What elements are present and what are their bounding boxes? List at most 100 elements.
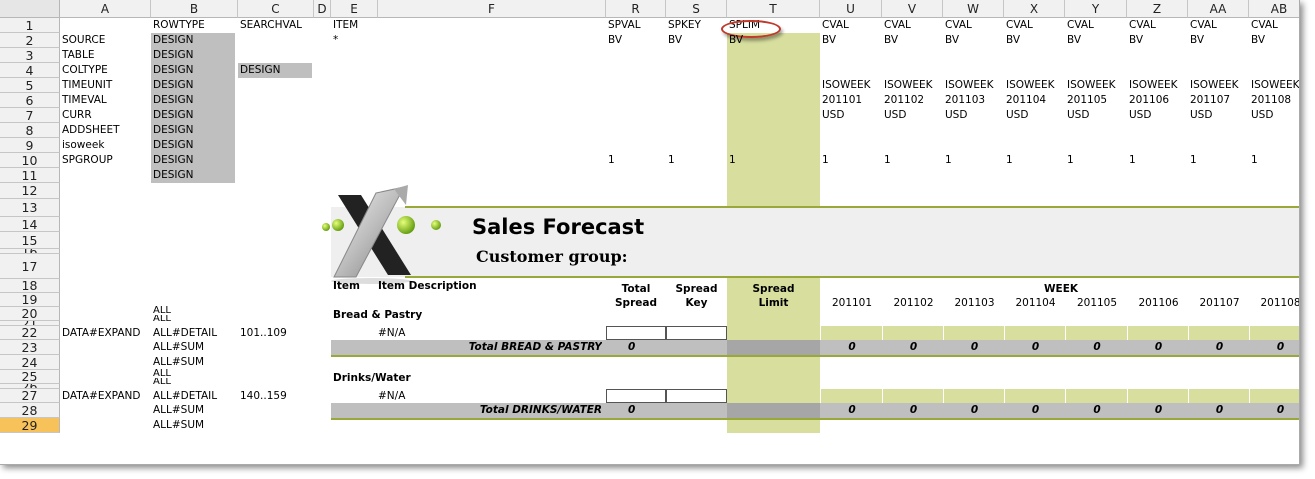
row-header-6[interactable]: 6 bbox=[0, 93, 60, 108]
row-header-19[interactable]: 19 bbox=[0, 293, 60, 307]
column-header-z[interactable]: Z bbox=[1127, 0, 1188, 18]
select-all-corner[interactable] bbox=[0, 0, 60, 18]
column-header-f[interactable]: F bbox=[378, 0, 606, 18]
total-limit-dark bbox=[727, 403, 820, 418]
cval-header: CVAL bbox=[1006, 19, 1033, 31]
row-header-5[interactable]: 5 bbox=[0, 78, 60, 93]
row-header-2[interactable]: 2 bbox=[0, 33, 60, 48]
na-value: #N/A bbox=[378, 327, 406, 339]
row-header-1[interactable]: 1 bbox=[0, 18, 60, 33]
spgroup-value: 1 bbox=[668, 154, 675, 166]
column-header-ab[interactable]: AB bbox=[1249, 0, 1299, 18]
row-header-18[interactable]: 18 bbox=[0, 279, 60, 293]
column-header-a[interactable]: A bbox=[60, 0, 151, 18]
total-spread-value: 0 bbox=[628, 404, 636, 416]
row-header-9[interactable]: 9 bbox=[0, 138, 60, 153]
week-column-header: 201102 bbox=[893, 297, 934, 309]
spkey-header: SPKEY bbox=[668, 19, 701, 31]
column-header-d[interactable]: D bbox=[314, 0, 331, 18]
cval-bv: BV bbox=[945, 34, 960, 46]
detail-week-cell bbox=[882, 389, 943, 403]
row-header-11[interactable]: 11 bbox=[0, 168, 60, 183]
row-header-17[interactable]: 17 bbox=[0, 254, 60, 279]
column-header-w[interactable]: W bbox=[943, 0, 1004, 18]
row-header-12[interactable]: 12 bbox=[0, 183, 60, 199]
column-header-r[interactable]: R bbox=[606, 0, 666, 18]
currency-usd: USD bbox=[822, 109, 845, 121]
cval-header: CVAL bbox=[884, 19, 911, 31]
row-header-23[interactable]: 23 bbox=[0, 340, 60, 355]
spval-header: SPVAL bbox=[608, 19, 641, 31]
total-underline bbox=[331, 355, 1299, 357]
currency-usd: USD bbox=[1067, 109, 1090, 121]
item-star: * bbox=[333, 34, 339, 46]
group-name: Bread & Pastry bbox=[333, 309, 423, 321]
searchval-header: SEARCHVAL bbox=[240, 19, 303, 31]
spgroup-value: 1 bbox=[1006, 154, 1013, 166]
row-header-28[interactable]: 28 bbox=[0, 403, 60, 418]
spval-bv: BV bbox=[608, 34, 623, 46]
column-header-x[interactable]: X bbox=[1004, 0, 1065, 18]
searchval-design: DESIGN bbox=[238, 63, 312, 78]
timeval-week: 201102 bbox=[884, 94, 925, 106]
column-header-aa[interactable]: AA bbox=[1188, 0, 1249, 18]
currency-usd: USD bbox=[1190, 109, 1213, 121]
cval-bv: BV bbox=[822, 34, 837, 46]
spreadsheet-grid[interactable]: A B C D E F R S T U V W X Y Z AA AB 1 2 3 4 5 6 7 8 9 10 11 12 13 14 1… bbox=[0, 0, 1300, 465]
detail-input-cell bbox=[666, 389, 727, 403]
spgroup-value: 1 bbox=[1190, 154, 1197, 166]
cval-header: CVAL bbox=[1190, 19, 1217, 31]
row-header-29[interactable]: 29 bbox=[0, 418, 60, 433]
rowtype-design: DESIGN bbox=[151, 93, 235, 108]
spgroup-value: 1 bbox=[884, 154, 891, 166]
detail-week-cell bbox=[1249, 326, 1299, 340]
row-header-10[interactable]: 10 bbox=[0, 153, 60, 168]
timeval-week: 201101 bbox=[822, 94, 863, 106]
row-header-13[interactable]: 13 bbox=[0, 199, 60, 217]
data-expand: DATA#EXPAND bbox=[62, 327, 141, 339]
column-header-b[interactable]: B bbox=[151, 0, 238, 18]
spgroup-value: 1 bbox=[945, 154, 952, 166]
rowtype-design: DESIGN bbox=[151, 123, 235, 138]
row-label-timeval: TIMEVAL bbox=[62, 94, 107, 106]
week-column-header: 201107 bbox=[1199, 297, 1240, 309]
column-header-u[interactable]: U bbox=[820, 0, 882, 18]
total-week-value: 0 bbox=[970, 404, 979, 416]
total-spread-value: 0 bbox=[628, 341, 636, 353]
week-column-header: 201108 bbox=[1260, 297, 1300, 309]
spgroup-value: 1 bbox=[608, 154, 615, 166]
item-header: ITEM bbox=[333, 19, 359, 31]
row-header-20[interactable]: 20 bbox=[0, 307, 60, 321]
detail-week-cell bbox=[943, 326, 1004, 340]
row-header-4[interactable]: 4 bbox=[0, 63, 60, 78]
row-header-14[interactable]: 14 bbox=[0, 217, 60, 232]
timeval-week: 201107 bbox=[1190, 94, 1231, 106]
spgroup-value: 1 bbox=[729, 154, 736, 166]
column-header-v[interactable]: V bbox=[882, 0, 943, 18]
row-header-24[interactable]: 24 bbox=[0, 355, 60, 370]
col-header-spread-limit-2: Limit bbox=[758, 297, 789, 309]
column-header-c[interactable]: C bbox=[238, 0, 314, 18]
column-header-s[interactable]: S bbox=[666, 0, 727, 18]
all-sum-partial: ALL#SUM bbox=[153, 419, 205, 431]
spgroup-value: 1 bbox=[1067, 154, 1074, 166]
rowtype-design: DESIGN bbox=[151, 138, 235, 153]
row-header-15[interactable]: 15 bbox=[0, 232, 60, 249]
timeval-week: 201106 bbox=[1129, 94, 1170, 106]
row-label-isoweek: isoweek bbox=[62, 139, 105, 151]
row-header-27[interactable]: 27 bbox=[0, 389, 60, 403]
row-header-3[interactable]: 3 bbox=[0, 48, 60, 63]
row-header-22[interactable]: 22 bbox=[0, 326, 60, 340]
column-header-t[interactable]: T bbox=[727, 0, 820, 18]
column-header-y[interactable]: Y bbox=[1065, 0, 1127, 18]
rowtype-header: ROWTYPE bbox=[153, 19, 205, 31]
rowtype-design: DESIGN bbox=[151, 153, 235, 168]
row-header-7[interactable]: 7 bbox=[0, 108, 60, 123]
rowtype-design: DESIGN bbox=[151, 63, 235, 78]
column-header-e[interactable]: E bbox=[331, 0, 378, 18]
row-header-8[interactable]: 8 bbox=[0, 123, 60, 138]
row-header-25[interactable]: 25 bbox=[0, 370, 60, 384]
timeval-week: 201103 bbox=[945, 94, 986, 106]
cval-header: CVAL bbox=[1067, 19, 1094, 31]
row-label-timeunit: TIMEUNIT bbox=[62, 79, 113, 91]
